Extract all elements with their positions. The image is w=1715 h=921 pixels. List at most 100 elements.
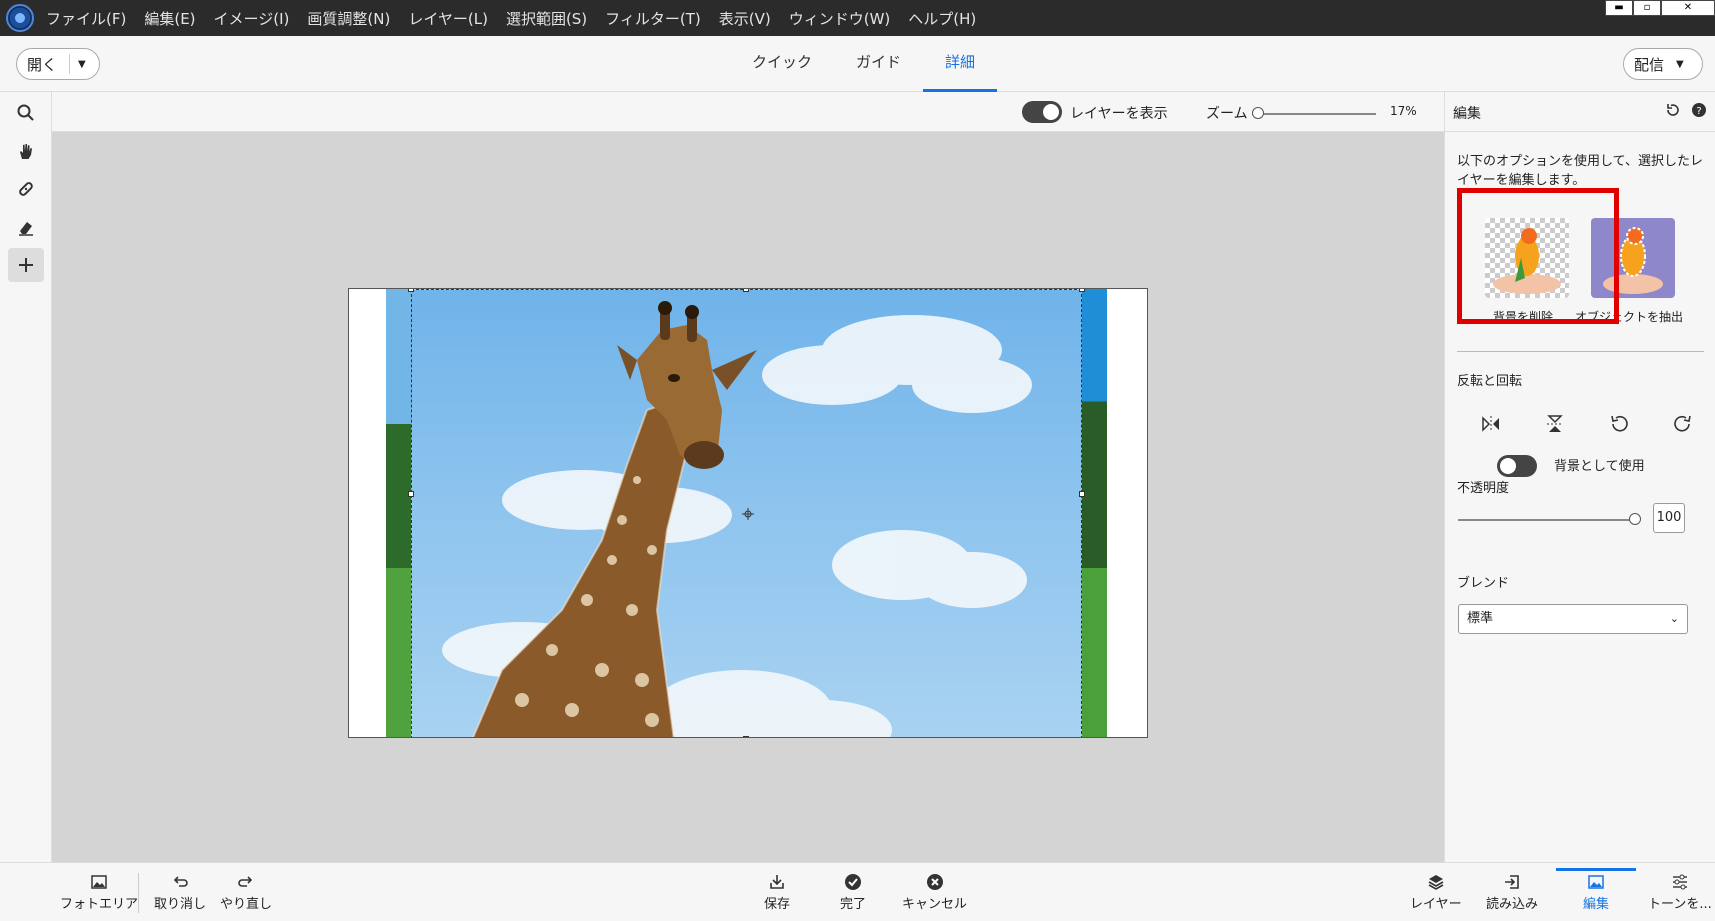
tab-guided[interactable]: ガイド	[834, 36, 923, 92]
search-icon	[17, 104, 34, 121]
tab-quick[interactable]: クイック	[730, 36, 834, 92]
done-label: 完了	[840, 897, 867, 912]
share-button[interactable]: 配信 ▼	[1623, 48, 1703, 80]
show-layers-label: レイヤーを表示	[1070, 106, 1168, 122]
panel-divider	[1457, 351, 1704, 352]
flip-rotate-heading: 反転と回転	[1457, 374, 1523, 389]
reset-icon[interactable]	[1665, 102, 1681, 118]
mode-tabs: クイック ガイド 詳細	[730, 36, 998, 92]
menu-filter[interactable]: フィルター(T)	[605, 8, 701, 29]
menu-select[interactable]: 選択範囲(S)	[506, 8, 587, 29]
blend-mode-select[interactable]: 標準 ⌄	[1458, 604, 1688, 634]
transform-handle-bottom[interactable]	[743, 736, 749, 737]
panel-description: 以下のオプションを使用して、選択したレイヤーを編集します。	[1457, 154, 1703, 188]
zoom-value: 17%	[1390, 104, 1417, 118]
share-button-label: 配信	[1634, 55, 1665, 74]
app-logo-icon	[6, 4, 34, 32]
close-icon[interactable]: ✕	[1661, 0, 1715, 16]
transform-handle-right[interactable]	[1079, 491, 1085, 497]
zoom-slider[interactable]	[1252, 113, 1376, 115]
flip-vertical-icon	[1547, 415, 1563, 432]
maximize-icon[interactable]: ▫	[1633, 0, 1661, 16]
center-point-icon[interactable]	[742, 508, 754, 520]
top-bar: 開く ▼ クイック ガイド 詳細 配信 ▼	[0, 36, 1715, 92]
rotate-right-icon	[1674, 415, 1691, 432]
transform-handle-top-left[interactable]	[408, 289, 414, 292]
chevron-down-icon[interactable]: ▼	[78, 59, 86, 70]
tone-label: トーンを...	[1648, 897, 1712, 912]
spot-healing-tool[interactable]	[8, 172, 44, 206]
flip-horizontal-icon	[1482, 416, 1499, 432]
move-icon	[19, 258, 33, 272]
zoom-tool[interactable]	[8, 96, 44, 130]
panel-header: 編集 ?	[1445, 92, 1715, 132]
background-layer-left	[386, 289, 411, 737]
save-button[interactable]: 保存	[764, 871, 790, 921]
cancel-label: キャンセル	[902, 897, 968, 912]
redo-button[interactable]: やり直し	[220, 871, 272, 921]
done-button[interactable]: 完了	[840, 871, 866, 921]
import-icon	[1505, 875, 1519, 889]
menu-window[interactable]: ウィンドウ(W)	[789, 8, 891, 29]
main-menu: ファイル(F) 編集(E) イメージ(I) 画質調整(N) レイヤー(L) 選択…	[46, 8, 976, 29]
opacity-heading: 不透明度	[1457, 481, 1510, 496]
undo-label: 取り消し	[154, 897, 207, 912]
canvas-area[interactable]	[52, 132, 1444, 862]
use-as-background-toggle[interactable]	[1497, 455, 1537, 477]
window-controls: ▬ ▫ ✕	[1605, 0, 1715, 18]
flip-vertical-button[interactable]	[1541, 410, 1569, 438]
cancel-button[interactable]: キャンセル	[902, 871, 967, 921]
rotate-right-button[interactable]	[1669, 410, 1697, 438]
show-layers-toggle[interactable]	[1022, 101, 1062, 123]
edit-label: 編集	[1582, 897, 1609, 912]
opacity-input[interactable]: 100	[1653, 503, 1685, 533]
menu-edit[interactable]: 編集(E)	[144, 8, 195, 29]
transform-handle-top-right[interactable]	[1079, 289, 1085, 292]
eraser-tool[interactable]	[8, 210, 44, 244]
tone-button[interactable]: トーンを...	[1648, 871, 1712, 921]
menu-help[interactable]: ヘルプ(H)	[908, 8, 976, 29]
zoom-slider-knob[interactable]	[1252, 107, 1264, 119]
undo-button[interactable]: 取り消し	[154, 871, 206, 921]
bandage-icon	[19, 182, 33, 196]
sliders-icon	[1672, 874, 1687, 890]
menu-file[interactable]: ファイル(F)	[46, 8, 126, 29]
tool-bar	[0, 92, 52, 862]
toggle-knob	[1043, 104, 1059, 120]
minimize-icon[interactable]: ▬	[1605, 0, 1633, 16]
menu-enhance[interactable]: 画質調整(N)	[307, 8, 390, 29]
tab-expert[interactable]: 詳細	[923, 36, 998, 92]
redo-label: やり直し	[220, 897, 273, 912]
menu-layer[interactable]: レイヤー(L)	[408, 8, 488, 29]
blend-heading: ブレンド	[1457, 576, 1510, 591]
document-canvas[interactable]	[348, 288, 1148, 738]
photo-bin-button[interactable]: フォトエリア	[60, 871, 138, 921]
save-label: 保存	[764, 897, 791, 912]
layers-label: レイヤー	[1410, 897, 1462, 912]
background-layer-right	[1082, 289, 1107, 737]
open-button[interactable]: 開く ▼	[16, 48, 100, 80]
hand-tool[interactable]	[8, 134, 44, 168]
open-button-divider	[69, 54, 70, 74]
transform-handle-left[interactable]	[408, 491, 414, 497]
edit-image-icon	[1588, 875, 1604, 889]
flip-horizontal-button[interactable]	[1477, 410, 1505, 438]
layers-panel-button[interactable]: レイヤー	[1410, 871, 1462, 921]
options-bar: レイヤーを表示 ズーム 17%	[52, 92, 1444, 132]
menu-view[interactable]: 表示(V)	[719, 8, 771, 29]
zoom-label: ズーム	[1206, 106, 1248, 122]
chevron-down-icon: ▼	[1676, 58, 1684, 70]
transform-handle-top[interactable]	[743, 289, 749, 292]
eraser-icon	[19, 222, 33, 236]
help-icon[interactable]: ?	[1691, 102, 1707, 118]
move-tool[interactable]	[8, 248, 44, 282]
open-button-label: 開く	[27, 55, 58, 74]
opacity-slider[interactable]	[1458, 519, 1635, 521]
undo-icon	[173, 876, 188, 887]
giraffe-photo-layer[interactable]	[408, 289, 1085, 737]
import-button[interactable]: 読み込み	[1486, 871, 1538, 921]
rotate-left-button[interactable]	[1605, 410, 1633, 438]
edit-panel-button[interactable]: 編集	[1556, 868, 1636, 918]
opacity-slider-knob[interactable]	[1629, 513, 1641, 525]
menu-image[interactable]: イメージ(I)	[214, 8, 290, 29]
